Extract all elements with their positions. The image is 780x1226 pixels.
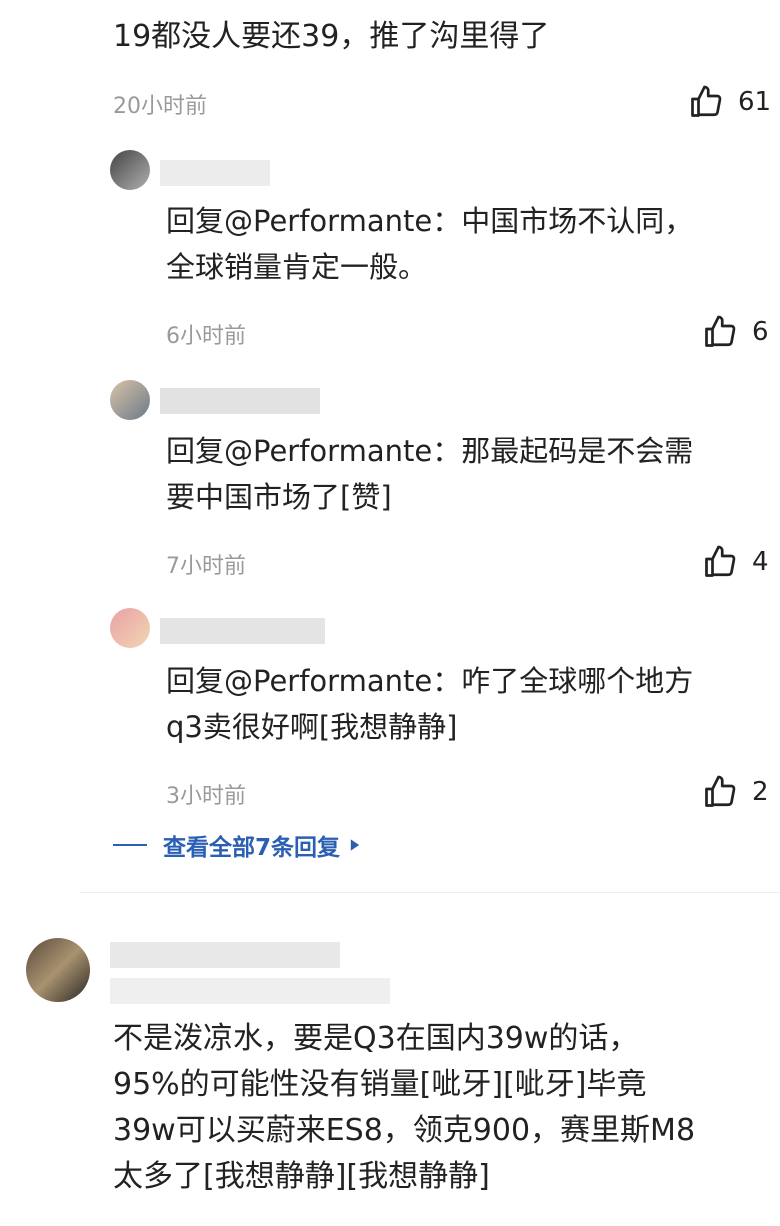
triangle-right-icon bbox=[350, 839, 360, 851]
reply-1-like-count: 6 bbox=[752, 317, 769, 347]
reply-3-text-line1: 回复@Performante：咋了全球哪个地方 bbox=[166, 664, 694, 698]
reply-2-username-blurred[interactable] bbox=[160, 388, 320, 414]
reply-2-avatar[interactable] bbox=[110, 380, 150, 420]
thumbs-up-icon bbox=[705, 315, 736, 347]
thumbs-up-icon bbox=[705, 545, 736, 577]
next-comment-username-blurred[interactable] bbox=[110, 942, 340, 968]
view-all-replies-label: 查看全部7条回复 bbox=[163, 835, 341, 861]
thumbs-up-icon bbox=[705, 775, 736, 807]
reply-3-time: 3小时前 bbox=[166, 784, 246, 809]
top-comment-like-count: 61 bbox=[738, 87, 772, 117]
top-comment-text: 19都没人要还39，推了沟里得了 bbox=[113, 19, 550, 54]
next-comment-line4: 太多了[我想静静][我想静静] bbox=[113, 1159, 490, 1194]
reply-3-like-button[interactable]: 2 bbox=[702, 774, 769, 810]
reply-1-username-blurred[interactable] bbox=[160, 160, 270, 186]
next-comment-meta-blurred bbox=[110, 978, 390, 1004]
reply-1-text-line1: 回复@Performante：中国市场不认同， bbox=[166, 204, 694, 238]
reply-1-avatar[interactable] bbox=[110, 150, 150, 190]
reply-2-like-count: 4 bbox=[752, 547, 769, 577]
thumbs-up-icon bbox=[691, 85, 722, 117]
divider-dash bbox=[113, 844, 147, 846]
next-comment-avatar[interactable] bbox=[26, 938, 90, 1002]
top-comment-like-button[interactable]: 61 bbox=[688, 84, 771, 120]
view-all-replies-link[interactable]: 查看全部7条回复 bbox=[113, 828, 362, 862]
reply-2-text-line2: 要中国市场了[赞] bbox=[166, 480, 392, 514]
next-comment-line1: 不是泼凉水，要是Q3在国内39w的话， bbox=[113, 1021, 639, 1056]
reply-3-avatar[interactable] bbox=[110, 608, 150, 648]
reply-1-text-line2: 全球销量肯定一般。 bbox=[166, 250, 428, 284]
next-comment-line3: 39w可以买蔚来ES8，领克900，赛里斯M8 bbox=[113, 1113, 696, 1148]
next-comment-line2: 95%的可能性没有销量[呲牙][呲牙]毕竟 bbox=[113, 1067, 647, 1102]
reply-3-text-line2: q3卖很好啊[我想静静] bbox=[166, 710, 458, 744]
reply-2-time: 7小时前 bbox=[166, 554, 246, 579]
reply-2-like-button[interactable]: 4 bbox=[702, 544, 769, 580]
reply-2-text-line1: 回复@Performante：那最起码是不会需 bbox=[166, 434, 694, 468]
top-comment-time: 20小时前 bbox=[113, 94, 207, 119]
reply-3-username-blurred[interactable] bbox=[160, 618, 325, 644]
comment-divider bbox=[80, 892, 780, 893]
reply-1-time: 6小时前 bbox=[166, 324, 246, 349]
reply-3-like-count: 2 bbox=[752, 777, 769, 807]
reply-1-like-button[interactable]: 6 bbox=[702, 314, 769, 350]
